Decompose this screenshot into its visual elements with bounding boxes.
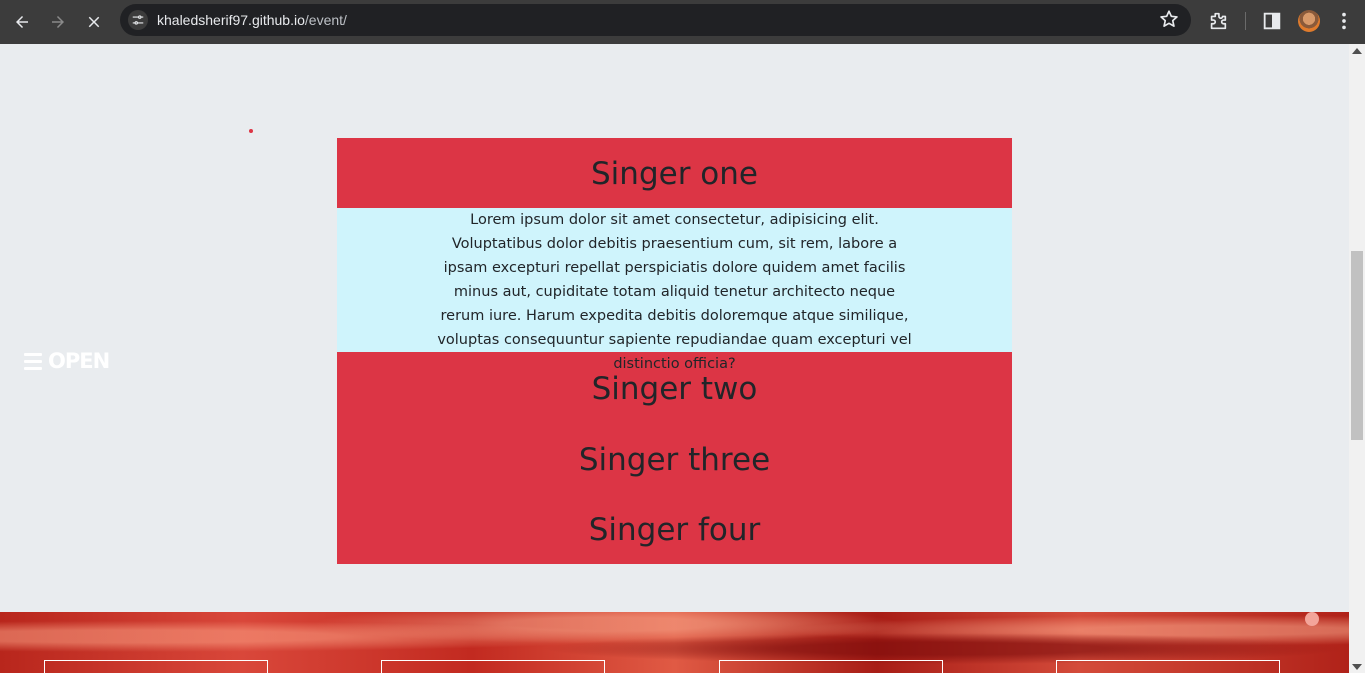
arrow-left-icon xyxy=(16,16,28,28)
address-bar[interactable]: khaledsherif97.github.io/event/ xyxy=(120,4,1191,36)
hero-image-band xyxy=(0,612,1349,673)
open-label: OPEN xyxy=(48,349,110,373)
back-button[interactable] xyxy=(8,8,36,36)
more-vert-icon xyxy=(1342,12,1346,30)
hamburger-icon xyxy=(24,352,42,370)
card-frame xyxy=(44,660,268,673)
url-domain: khaledsherif97.github.io xyxy=(157,12,305,28)
accordion-body-singer-one: Lorem ipsum dolor sit amet consectetur, … xyxy=(337,208,1012,372)
profile-avatar[interactable] xyxy=(1298,10,1320,32)
scrollbar-thumb[interactable] xyxy=(1351,251,1363,440)
red-dot-decoration xyxy=(249,129,253,133)
open-sidebar-button[interactable]: OPEN xyxy=(24,348,110,374)
url-text: khaledsherif97.github.io/event/ xyxy=(157,4,347,36)
accordion-header-singer-one[interactable]: Singer one xyxy=(337,138,1012,208)
forward-button[interactable] xyxy=(44,8,72,36)
card-frame xyxy=(1056,660,1280,673)
accordion-collapsed-items: Singer two Singer three Singer four xyxy=(337,352,1012,564)
tune-icon xyxy=(132,15,144,25)
stop-loading-button[interactable] xyxy=(80,8,108,36)
puzzle-icon xyxy=(1210,12,1227,30)
url-path: /event/ xyxy=(304,12,347,28)
singers-accordion: Singer one Lorem ipsum dolor sit amet co… xyxy=(337,138,1012,564)
extensions-button[interactable] xyxy=(1207,10,1231,34)
accordion-header-singer-three[interactable]: Singer three xyxy=(337,422,1012,494)
browser-menu-button[interactable] xyxy=(1333,10,1357,34)
side-panel-button[interactable] xyxy=(1261,10,1285,34)
scroll-down-arrow-icon[interactable] xyxy=(1352,664,1362,670)
close-icon xyxy=(88,16,100,28)
accordion-header-singer-four[interactable]: Singer four xyxy=(337,493,1012,564)
scroll-up-arrow-icon[interactable] xyxy=(1352,48,1362,54)
card-frame xyxy=(719,660,943,673)
side-panel-icon xyxy=(1263,12,1281,30)
toolbar-separator xyxy=(1245,12,1246,30)
accordion-header-singer-two[interactable]: Singer two xyxy=(337,352,1012,423)
decorative-circle xyxy=(1305,612,1319,626)
arrow-right-icon xyxy=(52,16,64,28)
star-icon xyxy=(1160,10,1178,27)
card-frame xyxy=(381,660,605,673)
site-settings-icon[interactable] xyxy=(128,10,148,30)
browser-toolbar: khaledsherif97.github.io/event/ xyxy=(0,0,1365,44)
bookmark-star-button[interactable] xyxy=(1158,8,1182,32)
